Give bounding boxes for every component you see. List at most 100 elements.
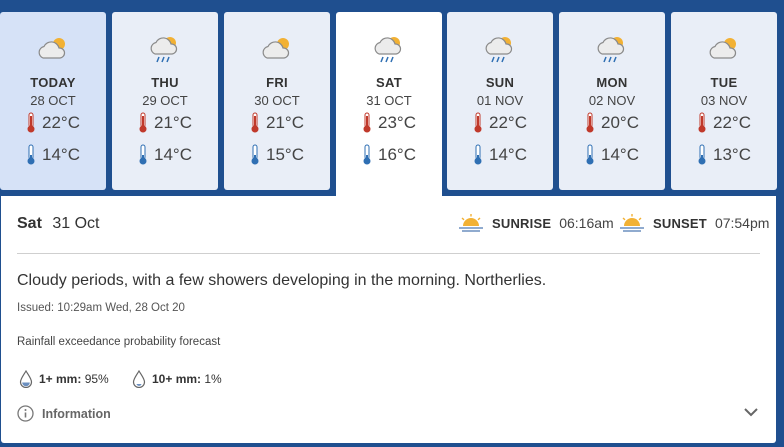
- thermometer-cold-icon: [251, 144, 259, 165]
- date-label: 03 NOV: [700, 93, 748, 108]
- max-temp: 23°C: [336, 112, 442, 134]
- forecast-description: Cloudy periods, with a few showers devel…: [17, 272, 547, 289]
- max-temp-value: 23°C: [378, 113, 416, 132]
- max-temp: 21°C: [224, 112, 330, 134]
- date-label: 01 NOV: [476, 93, 524, 108]
- max-temp-value: 22°C: [713, 113, 751, 132]
- day-label: MON: [596, 75, 628, 90]
- forecast-tabs: TODAY 28 OCT 22°C 14°C THU 29 OCT 21°C 1…: [0, 12, 784, 202]
- thermometer-cold-icon: [139, 144, 147, 165]
- max-temp: 20°C: [559, 112, 665, 134]
- thermometer-cold-icon: [698, 144, 706, 165]
- day-label: TODAY: [30, 75, 76, 90]
- max-temp: 22°C: [447, 112, 553, 134]
- min-temp: 13°C: [671, 144, 777, 166]
- thermometer-hot-icon: [251, 112, 259, 133]
- min-temp-value: 14°C: [489, 145, 527, 164]
- day-label: THU: [151, 75, 179, 90]
- max-temp-value: 21°C: [154, 113, 192, 132]
- min-temp: 14°C: [0, 144, 106, 166]
- rain-10mm: 10+ mm: 1%: [132, 370, 222, 388]
- min-temp-value: 14°C: [601, 145, 639, 164]
- tab-today[interactable]: TODAY 28 OCT 22°C 14°C: [0, 12, 106, 190]
- cloudy-sun-icon: [709, 38, 737, 59]
- max-temp-value: 22°C: [42, 113, 80, 132]
- raindrop-icon: [132, 370, 146, 388]
- min-temp-value: 13°C: [713, 145, 751, 164]
- sunset: SUNSET 07:54pm: [619, 213, 769, 233]
- date-label: 31 OCT: [366, 93, 412, 108]
- thermometer-cold-icon: [474, 144, 482, 165]
- tab-mon[interactable]: MON 02 NOV 20°C 14°C: [559, 12, 665, 190]
- tab-sun[interactable]: SUN 01 NOV 22°C 14°C: [447, 12, 553, 190]
- detail-heading: Sat 31 Oct: [17, 215, 100, 233]
- rain-1mm-value: 95%: [84, 372, 109, 386]
- detail-panel: Sat 31 Oct SUNRISE 06:16am SUNSET 07:54p…: [1, 196, 776, 443]
- min-temp-value: 16°C: [378, 145, 416, 164]
- min-temp-value: 14°C: [154, 145, 192, 164]
- divider: [17, 253, 760, 254]
- rainfall-title: Rainfall exceedance probability forecast: [17, 336, 221, 348]
- detail-date: 31 Oct: [52, 215, 100, 232]
- sunrise-icon: [459, 214, 483, 232]
- rain-10mm-value: 1%: [204, 372, 222, 386]
- min-temp-value: 15°C: [266, 145, 304, 164]
- thermometer-hot-icon: [698, 112, 706, 133]
- day-label: FRI: [266, 75, 288, 90]
- min-temp: 16°C: [336, 144, 442, 166]
- max-temp: 21°C: [112, 112, 218, 134]
- min-temp-value: 14°C: [42, 145, 80, 164]
- thermometer-cold-icon: [27, 144, 35, 165]
- showers-icon: [374, 37, 402, 63]
- min-temp: 14°C: [559, 144, 665, 166]
- date-label: 28 OCT: [30, 93, 76, 108]
- sunrise-time: 06:16am: [559, 215, 614, 231]
- thermometer-hot-icon: [363, 112, 371, 133]
- issued-time: Issued: 10:29am Wed, 28 Oct 20: [17, 302, 185, 314]
- showers-icon: [485, 37, 513, 63]
- tab-tue[interactable]: TUE 03 NOV 22°C 13°C: [671, 12, 777, 190]
- max-temp: 22°C: [671, 112, 777, 134]
- thermometer-hot-icon: [27, 112, 35, 133]
- max-temp-value: 21°C: [266, 113, 304, 132]
- sunset-time: 07:54pm: [714, 215, 770, 231]
- showers-icon: [150, 37, 178, 63]
- thermometer-hot-icon: [474, 112, 482, 133]
- rain-1mm-label: 1+ mm:: [39, 372, 82, 386]
- max-temp-value: 22°C: [489, 113, 527, 132]
- sunrise: SUNRISE 06:16am: [458, 213, 614, 233]
- detail-weekday: Sat: [17, 215, 42, 232]
- date-label: 29 OCT: [142, 93, 188, 108]
- thermometer-cold-icon: [586, 144, 594, 165]
- showers-icon: [597, 37, 625, 63]
- max-temp: 22°C: [0, 112, 106, 134]
- cloudy-sun-icon: [262, 38, 290, 59]
- date-label: 30 OCT: [254, 93, 300, 108]
- min-temp: 14°C: [112, 144, 218, 166]
- tab-fri[interactable]: FRI 30 OCT 21°C 15°C: [224, 12, 330, 190]
- raindrop-icon: [19, 370, 33, 388]
- weather-widget: TODAY 28 OCT 22°C 14°C THU 29 OCT 21°C 1…: [0, 0, 784, 447]
- rain-1mm: 1+ mm: 95%: [19, 370, 109, 388]
- sunrise-label: SUNRISE: [492, 215, 552, 231]
- information-toggle[interactable]: Information: [17, 405, 111, 422]
- min-temp: 15°C: [224, 144, 330, 166]
- rain-10mm-label: 10+ mm:: [152, 372, 202, 386]
- day-label: SUN: [485, 75, 515, 90]
- thermometer-hot-icon: [139, 112, 147, 133]
- info-icon: [17, 405, 34, 422]
- min-temp: 14°C: [447, 144, 553, 166]
- day-label: SAT: [376, 75, 402, 90]
- information-label: Information: [42, 406, 111, 421]
- max-temp-value: 20°C: [601, 113, 639, 132]
- cloudy-sun-icon: [38, 38, 66, 59]
- tab-sat[interactable]: SAT 31 OCT 23°C 16°C: [336, 12, 442, 202]
- sunset-icon: [620, 214, 644, 232]
- date-label: 02 NOV: [588, 93, 636, 108]
- day-label: TUE: [710, 75, 738, 90]
- thermometer-hot-icon: [586, 112, 594, 133]
- chevron-down-icon[interactable]: [744, 407, 758, 417]
- sunset-label: SUNSET: [653, 215, 707, 231]
- thermometer-cold-icon: [363, 144, 371, 165]
- tab-thu[interactable]: THU 29 OCT 21°C 14°C: [112, 12, 218, 190]
